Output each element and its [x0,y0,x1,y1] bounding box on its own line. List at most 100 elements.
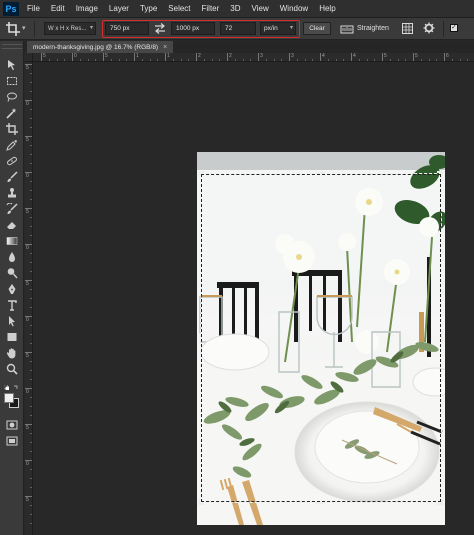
height-field[interactable]: 1000 px [171,22,215,35]
menu-edit[interactable]: Edit [51,4,65,13]
crop-bounding-box[interactable] [200,173,442,503]
ruler-minor-tick [30,145,32,146]
ruler-minor-tick [203,59,205,61]
crop-icon[interactable] [5,122,19,135]
resolution-unit-select[interactable]: px/in ▾ [260,22,296,35]
clear-button[interactable]: Clear [303,22,331,35]
ruler-tick [196,53,197,61]
ruler-tick [351,53,352,61]
path-select-icon[interactable] [5,314,19,327]
menu-select[interactable]: Select [168,4,190,13]
screen-mode-icon[interactable] [5,434,19,447]
history-brush-icon[interactable] [5,202,19,215]
ruler-label: 2 [198,53,201,59]
dodge-icon[interactable] [5,266,19,279]
blur-icon[interactable] [5,250,19,263]
ruler-minor-tick [30,514,32,515]
type-icon[interactable] [5,298,19,311]
hand-icon[interactable] [5,346,19,359]
menu-image[interactable]: Image [76,4,98,13]
ruler-label: 4 [353,53,356,59]
crop-handle-top-right[interactable] [437,171,443,177]
ruler-minor-tick [30,307,32,308]
crop-handle-left[interactable] [199,333,201,343]
ruler-minor-tick [30,298,32,299]
menu-help[interactable]: Help [319,4,335,13]
eyedropper-icon[interactable] [5,138,19,151]
ruler-minor-tick [157,59,159,61]
menu-layer[interactable]: Layer [109,4,129,13]
straighten-icon[interactable] [340,23,354,35]
crop-handle-top-left[interactable] [198,171,204,177]
menu-type[interactable]: Type [140,4,157,13]
ruler-minor-tick [30,334,32,335]
crop-ratio-select[interactable]: W x H x Res... ▾ [44,22,96,35]
lasso-icon[interactable] [5,90,19,103]
ruler-label: 3 [291,53,294,59]
ruler-minor-tick [327,59,329,61]
delete-cropped-pixels-checkbox[interactable]: ✓ [450,24,458,32]
crop-handle-bottom-right[interactable] [437,499,443,505]
document-tab-strip: modern-thanksgiving.jpg @ 16.7% (RGB/8) … [25,41,474,53]
photoshop-logo: Ps [3,1,19,16]
ruler-label: 0 [26,317,29,323]
brush-icon[interactable] [5,170,19,183]
horizontal-ruler[interactable]: 5 0 5 1 1 2 2 3 3 4 4 5 5 6 [33,53,474,62]
ruler-label: 5 [105,53,108,59]
menu-view[interactable]: View [252,4,269,13]
pen-icon[interactable] [5,282,19,295]
zoom-icon[interactable] [5,362,19,375]
document-tab[interactable]: modern-thanksgiving.jpg @ 16.7% (RGB/8) … [27,41,174,53]
foreground-color-swatch[interactable] [4,393,14,403]
eraser-icon[interactable] [5,218,19,231]
width-field[interactable]: 750 px [105,22,149,35]
menu-filter[interactable]: Filter [202,4,220,13]
ruler-minor-tick [30,478,32,479]
ruler-minor-tick [30,190,32,191]
ruler-minor-tick [265,59,267,61]
ruler-minor-tick [30,253,32,254]
healing-brush-icon[interactable] [5,154,19,167]
foreground-background-colors-icon[interactable] [4,393,20,409]
crop-handle-top[interactable] [315,172,325,174]
close-icon[interactable]: × [163,44,167,51]
menu-window[interactable]: Window [280,4,308,13]
tools-panel [0,41,24,535]
ruler-origin[interactable] [25,53,33,62]
ruler-minor-tick [30,226,32,227]
straighten-label[interactable]: Straighten [357,25,389,32]
ruler-minor-tick [436,59,438,61]
menu-3d[interactable]: 3D [230,4,240,13]
panel-grip[interactable] [2,44,22,49]
ruler-minor-tick [273,59,275,61]
crop-tool-preset-icon[interactable] [6,22,20,36]
ruler-tick [258,53,259,61]
ruler-minor-tick [30,118,32,119]
menu-file[interactable]: File [27,4,40,13]
gear-icon[interactable] [423,22,435,34]
swap-dimensions-icon[interactable] [154,23,166,34]
clone-stamp-icon[interactable] [5,186,19,199]
ruler-minor-tick [118,59,120,61]
menu-bar: Ps File Edit Image Layer Type Select Fil… [0,0,474,18]
move-icon[interactable] [5,58,19,71]
gradient-icon[interactable] [5,234,19,247]
ruler-label: 1 [136,53,139,59]
crop-handle-right[interactable] [441,333,443,343]
shape-icon[interactable] [5,330,19,343]
overlay-grid-icon[interactable] [402,23,413,34]
resolution-field[interactable]: 72 [220,22,256,35]
quick-mask-icon[interactable] [5,418,19,431]
ruler-minor-tick [126,59,128,61]
vertical-ruler[interactable]: 5 0 5 0 5 0 5 0 5 0 5 0 5 [25,62,33,535]
ruler-minor-tick [219,59,221,61]
quick-select-icon[interactable] [5,106,19,119]
crop-handle-bottom-left[interactable] [198,499,204,505]
document-tab-title: modern-thanksgiving.jpg @ 16.7% (RGB/8) [33,43,159,51]
crop-handle-bottom[interactable] [315,502,325,504]
ruler-minor-tick [30,199,32,200]
marquee-icon[interactable] [5,74,19,87]
tool-preset-arrow-icon[interactable]: ▾ [22,24,26,32]
ruler-minor-tick [149,59,151,61]
default-colors-icon[interactable] [3,384,20,390]
